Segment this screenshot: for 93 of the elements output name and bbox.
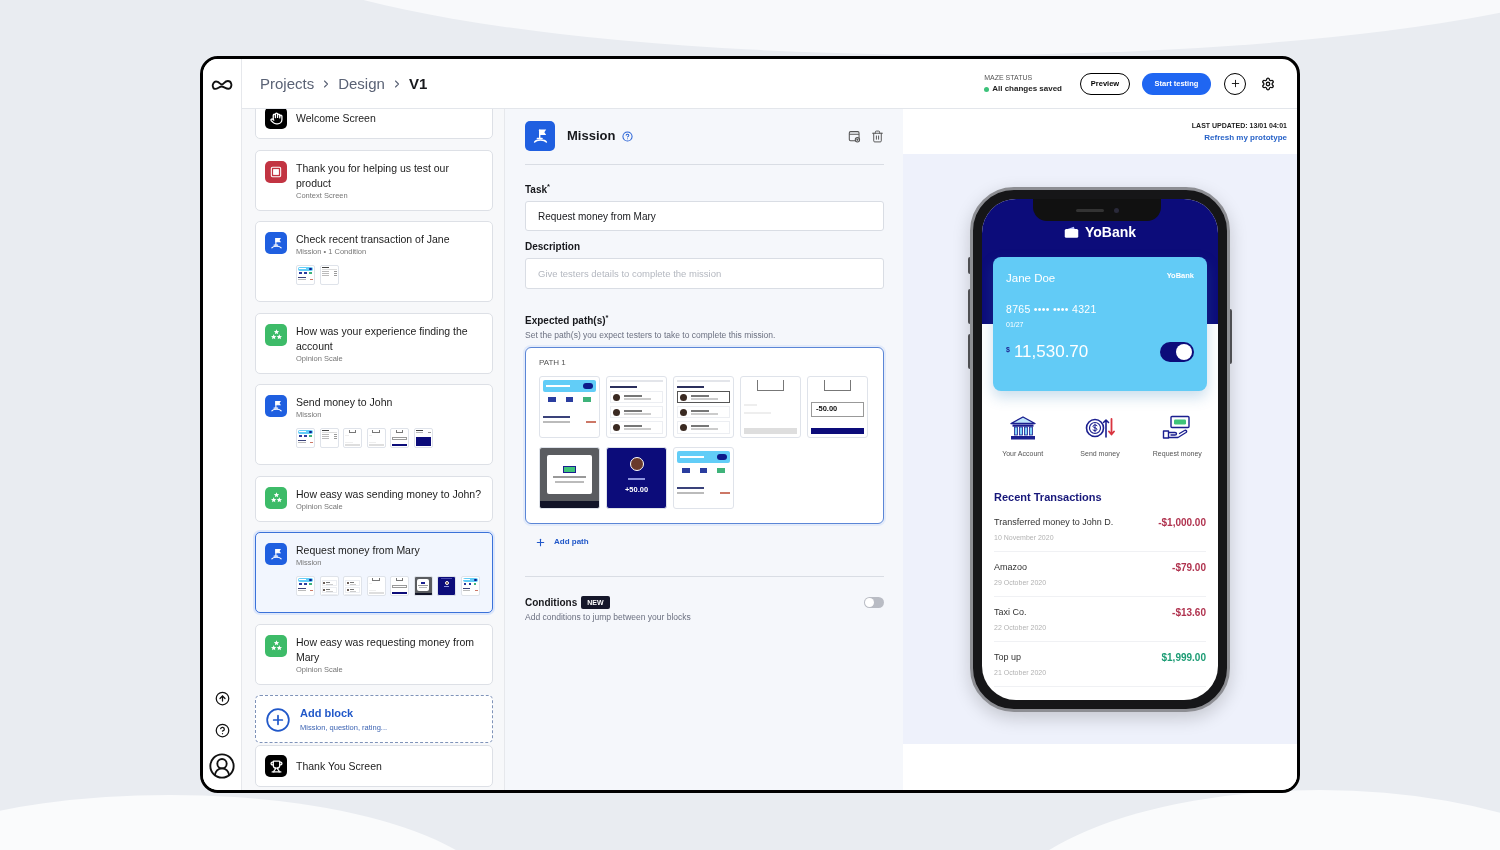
- screen-frame-icon: [265, 160, 287, 183]
- wallet-icon: [1063, 226, 1079, 238]
- app-screen-drawing: [460, 576, 480, 596]
- conditions-toggle[interactable]: [864, 597, 884, 608]
- app-brand: YoBank: [1084, 225, 1137, 239]
- block-title: Welcome Screen: [296, 110, 377, 126]
- card-balance: 11,530.70: [1013, 342, 1089, 362]
- app-screen-drawing: [343, 576, 362, 596]
- app-screen-drawing: [539, 376, 600, 438]
- coin-arrows-icon: [1085, 415, 1115, 441]
- conditions-label: Conditions: [525, 596, 578, 609]
- add-circle-icon: [265, 706, 291, 733]
- description-input[interactable]: Give testers details to complete the mission: [525, 258, 884, 289]
- delete-icon[interactable]: [871, 129, 884, 143]
- app-screen-drawing: [319, 265, 339, 285]
- user-avatar-icon[interactable]: [208, 752, 236, 780]
- block-heading: Mission: [567, 127, 616, 146]
- app-screen-drawing: [343, 428, 362, 448]
- app-screen-drawing: [606, 376, 667, 438]
- bank-icon: [1008, 415, 1037, 441]
- transaction-name: Transferred money to John D.: [994, 517, 1114, 528]
- help-icon[interactable]: [214, 723, 230, 738]
- app-screen-drawing: [437, 576, 456, 596]
- section-title: Recent Transactions: [993, 491, 1103, 504]
- transaction-amount: -$79.00: [1172, 562, 1206, 573]
- breadcrumb-item[interactable]: Design: [338, 74, 385, 93]
- name-line: [627, 478, 646, 480]
- path-title: PATH 1: [539, 358, 567, 368]
- block-title: How was your experience finding the account: [296, 323, 469, 354]
- app-screen-drawing: [296, 428, 315, 448]
- app-screen-drawing: [390, 576, 409, 596]
- transaction-amount: -$1,000.00: [1158, 517, 1206, 528]
- flag-icon: [265, 232, 287, 254]
- status-text: All changes saved: [992, 84, 1062, 94]
- add-path-button[interactable]: Add path: [535, 536, 589, 548]
- block-title: How easy was sending money to John?: [296, 486, 483, 502]
- block-card[interactable]: Thank You Screen: [255, 745, 493, 787]
- field-label: Expected path(s)$^{*}$: [525, 315, 610, 327]
- app-screen-drawing: [390, 428, 409, 448]
- hand-money-icon: [1162, 415, 1193, 441]
- block-title: Add block: [300, 706, 355, 720]
- app-screen-drawing: [319, 428, 339, 448]
- stars-icon: [265, 323, 287, 346]
- flag-icon: [265, 543, 287, 565]
- label-tab: [824, 380, 851, 391]
- block-title: Thank You Screen: [296, 758, 383, 774]
- block-title: How easy was requesting money from Mary: [296, 634, 475, 665]
- app-screen-drawing: [319, 576, 339, 596]
- card-toggle[interactable]: [1160, 342, 1194, 362]
- stars-icon: [265, 486, 287, 509]
- transaction-amount: -$13.60: [1172, 607, 1206, 618]
- waving-hand-icon: [265, 109, 287, 129]
- avatar-icon: [629, 457, 644, 471]
- transaction-name: Taxi Co.: [994, 607, 1028, 618]
- conditions-hint: Add conditions to jump between your blocks: [525, 612, 692, 623]
- block-card[interactable]: Welcome Screen: [255, 109, 493, 139]
- field-label: Task$^{*}$: [525, 184, 551, 196]
- trophy-icon: [265, 755, 287, 777]
- block-title: Request money from Mary: [296, 543, 421, 558]
- flag-icon: [265, 395, 287, 417]
- app-screen-drawing: [413, 428, 433, 448]
- flag-icon: [525, 121, 555, 151]
- block-title: Send money to John: [296, 395, 394, 410]
- transaction-name: Amazoo: [994, 562, 1029, 573]
- field-label: Description: [525, 241, 581, 253]
- button-bar: [811, 427, 864, 434]
- app-screen-drawing: [413, 576, 433, 596]
- app-screen-drawing: [673, 447, 734, 509]
- app-screen-drawing: [296, 576, 315, 596]
- app-screen-drawing: [673, 376, 734, 438]
- refresh-link[interactable]: Refresh my prototype: [1204, 132, 1287, 143]
- card-number: 8765 •••• •••• 4321: [1006, 303, 1098, 316]
- task-input[interactable]: Request money from Mary: [525, 201, 884, 231]
- app-screen-drawing: [539, 447, 600, 509]
- logo-icon[interactable]: [211, 77, 233, 91]
- breadcrumb-item[interactable]: Projects: [260, 74, 315, 93]
- plus-icon: [1229, 78, 1241, 89]
- field-hint: Set the path(s) you expect testers to take to complete this mission.: [525, 330, 777, 341]
- transaction-amount: $1,999.00: [1161, 652, 1206, 663]
- settings-icon[interactable]: [1261, 76, 1275, 91]
- stars-icon: [265, 634, 287, 657]
- block-title: Thank you for helping us test our product: [296, 160, 450, 191]
- transaction-name: Top up: [994, 652, 1023, 663]
- app-screen-drawing: [740, 376, 801, 438]
- breadcrumb-item[interactable]: V1: [408, 74, 428, 93]
- preview-icon[interactable]: [848, 129, 861, 143]
- app-screen-drawing: [296, 265, 315, 285]
- block-title: Check recent transaction of Jane: [296, 232, 451, 247]
- app-screen-drawing: [366, 576, 386, 596]
- upload-icon[interactable]: [214, 691, 230, 706]
- card-holder: Jane Doe: [1006, 271, 1056, 285]
- app-screen-drawing: [366, 428, 386, 448]
- plus-icon: [535, 536, 546, 548]
